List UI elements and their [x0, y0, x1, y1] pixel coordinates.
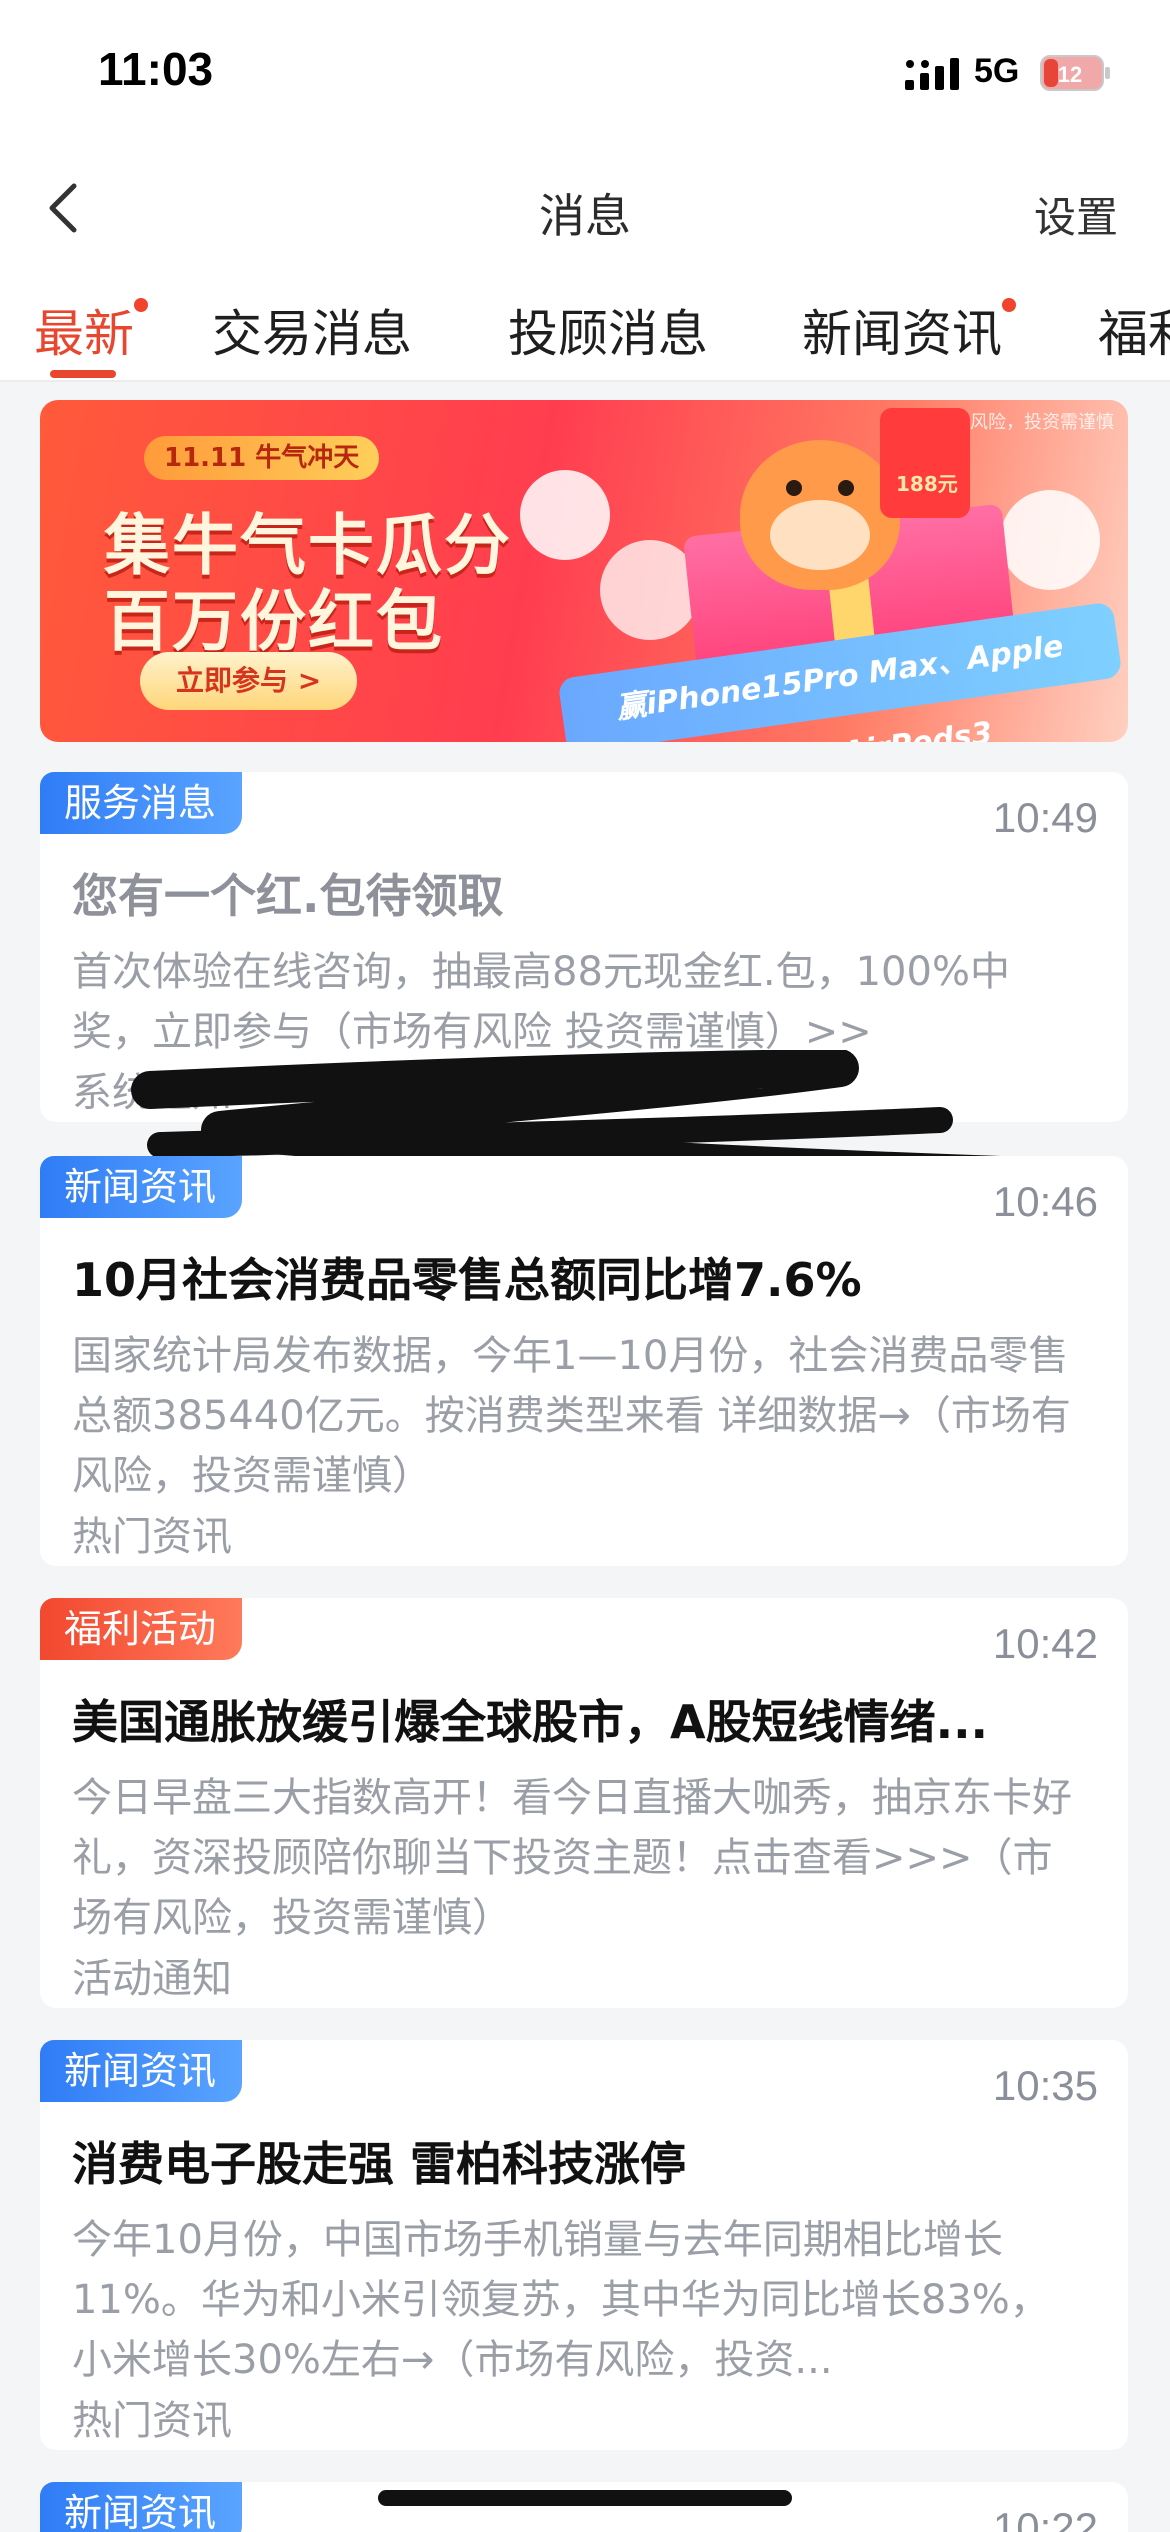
message-title: 您有一个红.包待领取 [72, 869, 504, 923]
message-time: 10:49 [992, 794, 1098, 841]
red-packet-icon: 188元 [880, 408, 970, 518]
battery-icon: 12 [1040, 55, 1110, 91]
status-bar: 11:03 5G 12 [0, 0, 1170, 150]
banner-subtitle: 百万份红包 [104, 583, 444, 660]
settings-button[interactable]: 设置 [1034, 184, 1118, 245]
message-time: 10:22 [992, 2504, 1098, 2532]
unread-dot [134, 298, 148, 312]
message-card[interactable]: 新闻资讯 10:46 10月社会消费品零售总额同比增7.6% 国家统计局发布数据… [40, 1156, 1128, 1566]
tab-latest[interactable]: 最新 [34, 294, 148, 366]
message-body: 今年10月份，中国市场手机销量与去年同期相比增长11%。华为和小米引领复苏，其中… [72, 2217, 1050, 2383]
message-title: 10月社会消费品零售总额同比增7.6% [72, 1253, 862, 1307]
tab-trade-label: 交易消息 [212, 305, 412, 363]
tab-news[interactable]: 新闻资讯 [802, 294, 1016, 366]
message-source: 热门资讯 [72, 2398, 232, 2444]
tab-welfare[interactable]: 福利 [1098, 294, 1170, 366]
message-tabs: 最新 交易消息 投顾消息 新闻资讯 福利 [0, 280, 1170, 382]
red-packet-amount: 188元 [896, 472, 958, 496]
battery-level: 12 [1058, 62, 1082, 87]
message-tag: 新闻资讯 [40, 2482, 243, 2532]
tab-news-label: 新闻资讯 [802, 305, 1002, 363]
message-card[interactable]: 新闻资讯 10:35 消费电子股走强 雷柏科技涨停 今年10月份，中国市场手机销… [40, 2040, 1128, 2450]
message-time: 10:46 [992, 1178, 1098, 1225]
banner-join-button[interactable]: 立即参与 > [140, 652, 358, 710]
message-source: 活动通知 [72, 1956, 232, 2002]
promo-banner[interactable]: 市场有风险，投资需谨慎 11.11 牛气冲天 集牛气卡瓜分 百万份红包 立即参与… [40, 400, 1128, 742]
message-source: 热门资讯 [72, 1514, 232, 1560]
message-body: 今日早盘三大指数高开！看今日直播大咖秀，抽京东卡好礼，资深投顾陪你聊当下投资主题… [72, 1775, 1072, 1941]
cow-mascot-icon [740, 440, 900, 590]
tab-trade[interactable]: 交易消息 [212, 294, 412, 366]
network-type: 5G [974, 52, 1020, 90]
tab-welfare-label: 福利 [1098, 305, 1170, 363]
earbuds-icon [1000, 490, 1100, 590]
message-title: 消费电子股走强 雷柏科技涨停 [72, 2137, 687, 2191]
message-body: 国家统计局发布数据，今年1—10月份，社会消费品零售总额385440亿元。按消费… [72, 1333, 1071, 1499]
page-title: 消息 [539, 189, 631, 243]
unread-dot [1002, 298, 1016, 312]
tab-advisor-label: 投顾消息 [508, 305, 708, 363]
home-indicator[interactable] [378, 2490, 792, 2506]
tab-latest-label: 最新 [34, 305, 134, 363]
message-card[interactable]: 福利活动 10:42 美国通胀放缓引爆全球股市，A股短线情绪... 今日早盘三大… [40, 1598, 1128, 2008]
message-tag: 新闻资讯 [40, 1156, 243, 1218]
jd-card-icon [520, 470, 610, 560]
message-tag: 福利活动 [40, 1598, 243, 1660]
status-time: 11:03 [98, 43, 214, 95]
message-title: 美国通胀放缓引爆全球股市，A股短线情绪... [72, 1695, 989, 1749]
message-time: 10:35 [992, 2062, 1098, 2109]
message-body: 首次体验在线咨询，抽最高88元现金红.包，100%中奖，立即参与（市场有风险 投… [72, 949, 1010, 1055]
active-tab-indicator [50, 370, 116, 378]
tab-advisor[interactable]: 投顾消息 [508, 294, 708, 366]
message-time: 10:42 [992, 1620, 1098, 1667]
banner-badge: 11.11 牛气冲天 [144, 436, 380, 480]
nav-header: 消息 设置 [0, 150, 1170, 280]
signal-icon [905, 58, 959, 90]
message-tag: 服务消息 [40, 772, 243, 834]
message-tag: 新闻资讯 [40, 2040, 243, 2102]
